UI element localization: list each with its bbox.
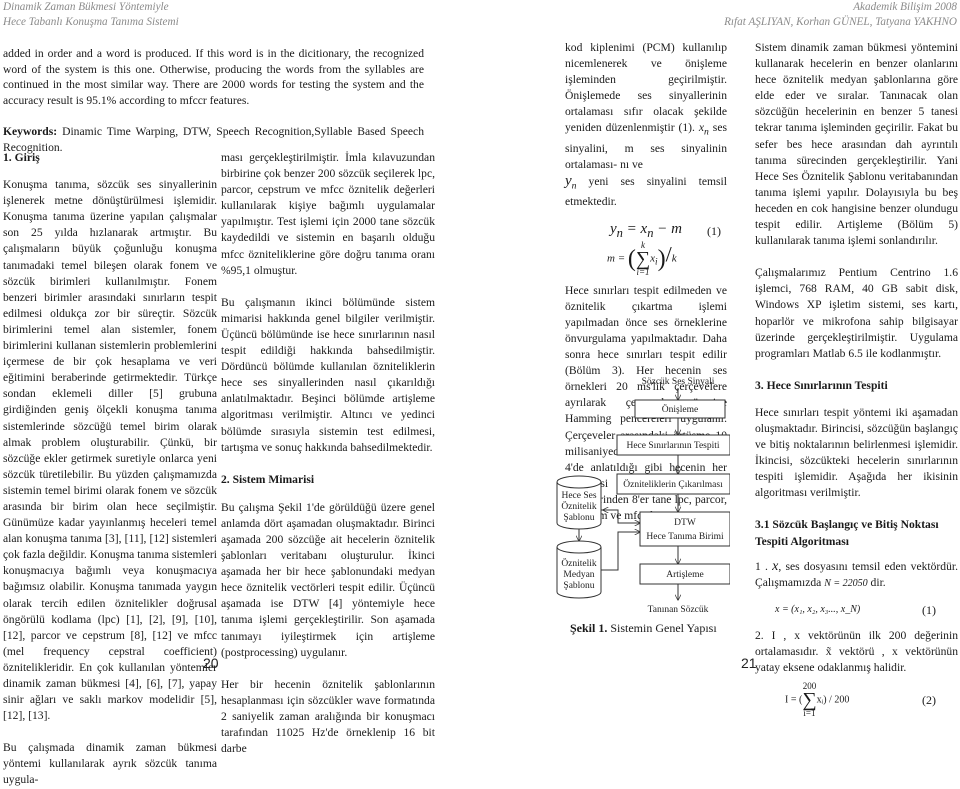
intro-paragraph-1: Konuşma tanıma, sözcük ses sinyallerinin… — [3, 178, 217, 723]
boundary-paragraph: Hece sınırları tespit yöntemi iki aşamad… — [755, 405, 958, 500]
figure-caption-label: Şekil 1. — [570, 621, 608, 635]
page-number-left: 20 — [203, 655, 219, 671]
page-number-right: 21 — [741, 655, 757, 671]
svg-text:Öznitelik: Öznitelik — [561, 557, 597, 569]
diagram-output-label: Tanınan Sözcük — [648, 605, 709, 615]
abstract: added in order and a word is produced. I… — [3, 46, 424, 155]
keywords-label: Keywords: — [3, 125, 58, 138]
header-conference: Akademik Bilişim 2008 — [853, 1, 957, 13]
algorithm-step-2: 2. I , x vektörünün ilk 200 değerinin or… — [755, 628, 958, 675]
figure-caption: Şekil 1. Sistemin Genel Yapısı — [570, 621, 717, 636]
system-architecture-diagram: Sözcük Ses Sinyali Önişleme Hece Sınırla… — [556, 377, 730, 615]
svg-text:Hece Sınırlarının Tespiti: Hece Sınırlarının Tespiti — [626, 441, 719, 451]
column-2: ması gerçekleştirilmiştir. İmla kılavuzu… — [221, 150, 435, 757]
running-header-right: Akademik Bilişim 2008 Rıfat AŞLIYAN, Kor… — [724, 0, 957, 30]
svg-text:Hece Tanıma Birimi: Hece Tanıma Birimi — [646, 532, 724, 542]
equation-mean-200: I = (200 ∑ i=1 xᵢ) / 200 (2) — [785, 681, 936, 719]
figure-caption-text: Sistemin Genel Yapısı — [607, 621, 717, 635]
svg-text:Şablonu: Şablonu — [563, 581, 594, 591]
equation-1: yn = xn − m (1) — [610, 220, 721, 240]
architecture-paragraph-1: Bu çalışma Şekil 1'de görüldüğü üzere ge… — [221, 500, 435, 659]
svg-text:Önişleme: Önişleme — [662, 403, 698, 415]
svg-text:DTW: DTW — [674, 518, 696, 528]
equation-signal-vector: x = (x₁, x₂, x₃..., x_N) (1) — [775, 602, 936, 617]
hardware-paragraph: Çalışmalarımız Pentium Centrino 1.6 işle… — [755, 266, 958, 360]
recognition-paragraph: Sistem dinamik zaman bükmesi yöntemini k… — [755, 41, 958, 248]
diagram-input-label: Sözcük Ses Sinyali — [642, 377, 715, 387]
svg-text:Hece Ses: Hece Ses — [561, 491, 596, 501]
section-heading-architecture: 2. Sistem Mimarisi — [221, 472, 315, 486]
svg-text:Medyan: Medyan — [563, 570, 594, 580]
section-heading-syllable-boundaries: 3. Hece Sınırlarının Tespiti — [755, 378, 888, 392]
svg-text:Artişleme: Artişleme — [666, 570, 703, 580]
intro-paragraph-4: Bu çalışmanın ikinci bölümünde sistem mi… — [221, 295, 435, 454]
architecture-paragraph-2: Her bir hecenin öznitelik şablonlarının … — [221, 677, 435, 756]
intro-paragraph-2: Bu çalışmada dinamik zaman bükmesi yönte… — [3, 741, 217, 787]
preprocessing-paragraph: kod kiplenimi (PCM) kullanılıp nicemlene… — [565, 41, 727, 209]
equation-mean-200-number: (2) — [922, 693, 936, 708]
abstract-text: added in order and a word is produced. I… — [3, 47, 424, 107]
svg-text:Şablonu: Şablonu — [563, 513, 594, 523]
header-title-line2: Hece Tabanlı Konuşma Tanıma Sistemi — [3, 16, 179, 28]
column-4: Sistem dinamik zaman bükmesi yöntemini k… — [755, 40, 958, 718]
equation-signal-vector-number: (1) — [922, 602, 936, 617]
equation-mean: m = (k ∑ i=1 xi)/k — [607, 239, 677, 277]
svg-text:Özniteliklerin Çıkarılması: Özniteliklerin Çıkarılması — [623, 478, 723, 490]
running-header-left: Dinamik Zaman Bükmesi Yöntemiyle Hece Ta… — [3, 0, 179, 30]
subsection-heading-endpoint: 3.1 Sözcük Başlangıç ve Bitiş Noktası Te… — [755, 518, 939, 548]
column-1: 1. Giriş Konuşma tanıma, sözcük ses siny… — [3, 150, 217, 789]
header-authors: Rıfat AŞLIYAN, Korhan GÜNEL, Tatyana YAK… — [724, 16, 957, 28]
header-title-line1: Dinamik Zaman Bükmesi Yöntemiyle — [3, 1, 169, 13]
equation-1-number: (1) — [707, 223, 721, 238]
algorithm-step-1: 1 . x, ses dosyasını temsil eden vektörd… — [755, 558, 958, 589]
section-heading-intro: 1. Giriş — [3, 151, 40, 164]
svg-text:Öznitelik: Öznitelik — [561, 500, 597, 512]
intro-paragraph-3: ması gerçekleştirilmiştir. İmla kılavuzu… — [221, 151, 435, 277]
